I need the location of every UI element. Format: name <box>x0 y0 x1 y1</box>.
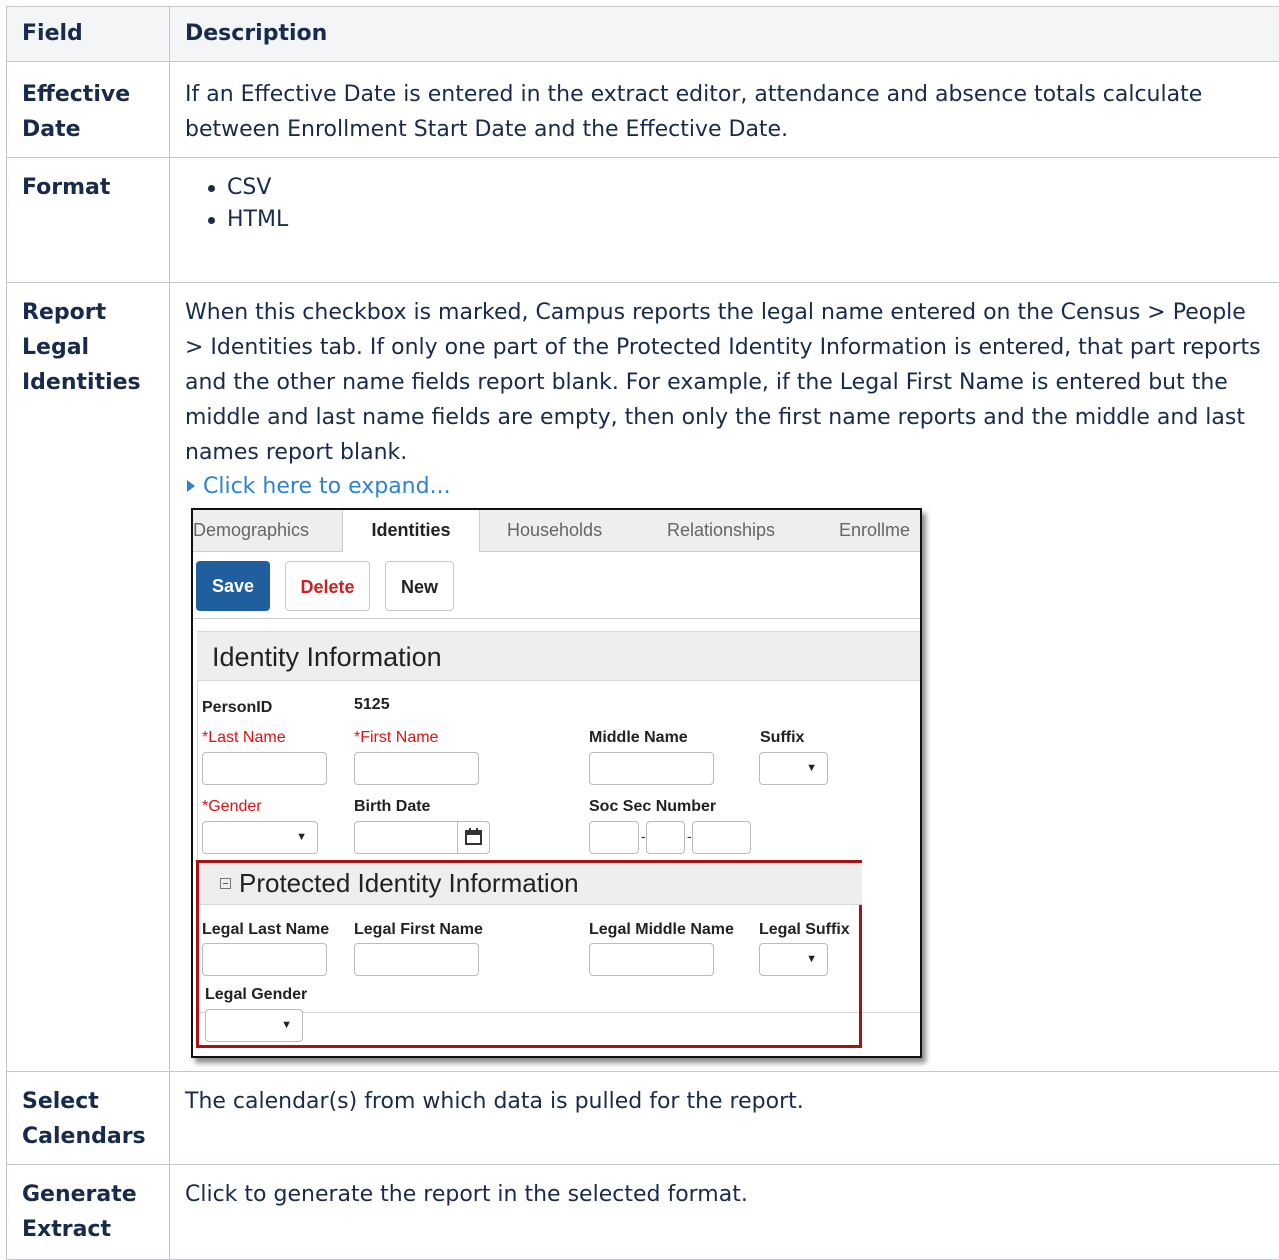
table-row: Select Calendars The calendar(s) from wh… <box>7 1072 1279 1165</box>
ssn-separator: - <box>641 828 646 844</box>
table-row: Generate Extract Click to generate the r… <box>7 1165 1279 1260</box>
legal-suffix-label: Legal Suffix <box>759 921 850 939</box>
first-name-label: *First Name <box>354 729 438 747</box>
gender-select[interactable]: ▼ <box>202 821 318 854</box>
ssn-part2-input[interactable] <box>646 821 685 854</box>
new-button[interactable]: New <box>385 561 454 611</box>
save-button[interactable]: Save <box>196 561 270 611</box>
toolbar-divider <box>193 618 920 619</box>
legal-suffix-select[interactable]: ▼ <box>759 943 828 976</box>
legal-first-name-input[interactable] <box>354 943 479 976</box>
chevron-down-icon: ▼ <box>296 831 307 843</box>
tab-bar: Demographics Identities Households Relat… <box>193 510 920 552</box>
last-name-label: *Last Name <box>202 729 286 747</box>
field-name: Report Legal Identities <box>7 295 169 400</box>
chevron-down-icon: ▼ <box>281 1019 292 1031</box>
birth-date-label: Birth Date <box>354 798 430 816</box>
protected-identity-header[interactable]: Protected Identity Information <box>199 863 862 905</box>
field-description: When this checkbox is marked, Campus rep… <box>170 295 1279 470</box>
middle-name-input[interactable] <box>589 752 714 785</box>
expand-link[interactable]: Click here to expand... <box>185 470 451 504</box>
first-name-input[interactable] <box>354 752 479 785</box>
suffix-select[interactable]: ▼ <box>759 752 828 785</box>
calendar-icon <box>458 822 489 853</box>
field-name: Generate Extract <box>7 1177 169 1247</box>
identity-panel-title: Identity Information <box>212 642 442 673</box>
birth-date-input[interactable] <box>354 821 458 854</box>
suffix-label: Suffix <box>760 729 804 747</box>
expand-link-label: Click here to expand... <box>203 474 451 499</box>
legal-middle-name-label: Legal Middle Name <box>589 921 734 939</box>
table-header-row: Field Description <box>7 7 1279 62</box>
gender-label: *Gender <box>202 798 262 816</box>
legal-gender-label: Legal Gender <box>205 986 307 1004</box>
middle-name-label: Middle Name <box>589 729 688 747</box>
chevron-down-icon: ▼ <box>806 953 817 965</box>
ssn-label: Soc Sec Number <box>589 798 716 816</box>
ssn-separator: - <box>687 828 692 844</box>
table-row: Effective Date If an Effective Date is e… <box>7 62 1279 158</box>
table-row: Format CSV HTML <box>7 158 1279 283</box>
field-description: The calendar(s) from which data is pulle… <box>170 1084 1279 1119</box>
person-id-value: 5125 <box>354 696 390 714</box>
tab-demographics[interactable]: Demographics <box>193 510 309 551</box>
legal-last-name-input[interactable] <box>202 943 327 976</box>
field-name: Effective Date <box>7 77 169 147</box>
last-name-input[interactable] <box>202 752 327 785</box>
chevron-down-icon: ▼ <box>806 762 817 774</box>
legal-gender-select[interactable]: ▼ <box>205 1009 303 1042</box>
expand-triangle-icon <box>187 480 195 492</box>
protected-identity-title: Protected Identity Information <box>239 868 579 899</box>
column-header-field: Field <box>7 7 170 62</box>
identities-screenshot: Demographics Identities Households Relat… <box>191 508 922 1058</box>
format-options-list: CSV HTML <box>170 172 1279 236</box>
legal-middle-name-input[interactable] <box>589 943 714 976</box>
ssn-part1-input[interactable] <box>589 821 639 854</box>
tab-households[interactable]: Households <box>507 510 602 551</box>
list-item: HTML <box>227 204 1279 236</box>
list-item: CSV <box>227 172 1279 204</box>
field-description: Click to generate the report in the sele… <box>170 1177 1279 1212</box>
ssn-part3-input[interactable] <box>692 821 751 854</box>
legal-last-name-label: Legal Last Name <box>202 921 329 939</box>
person-id-label: PersonID <box>202 699 272 717</box>
tab-identities[interactable]: Identities <box>342 510 480 552</box>
identity-panel-header: Identity Information <box>197 632 920 681</box>
table-row: Report Legal Identities When this checkb… <box>7 283 1279 1072</box>
column-header-description: Description <box>170 7 1279 62</box>
legal-first-name-label: Legal First Name <box>354 921 483 939</box>
tab-enrollments[interactable]: Enrollme <box>839 510 910 551</box>
delete-button[interactable]: Delete <box>285 561 370 611</box>
field-description: If an Effective Date is entered in the e… <box>170 77 1279 147</box>
calendar-button[interactable] <box>457 821 490 854</box>
field-description-table: Field Description Effective Date If an E… <box>6 6 1279 1260</box>
field-name: Select Calendars <box>7 1084 169 1154</box>
field-name: Format <box>7 170 169 205</box>
tab-relationships[interactable]: Relationships <box>667 510 775 551</box>
collapse-icon[interactable] <box>220 878 231 889</box>
